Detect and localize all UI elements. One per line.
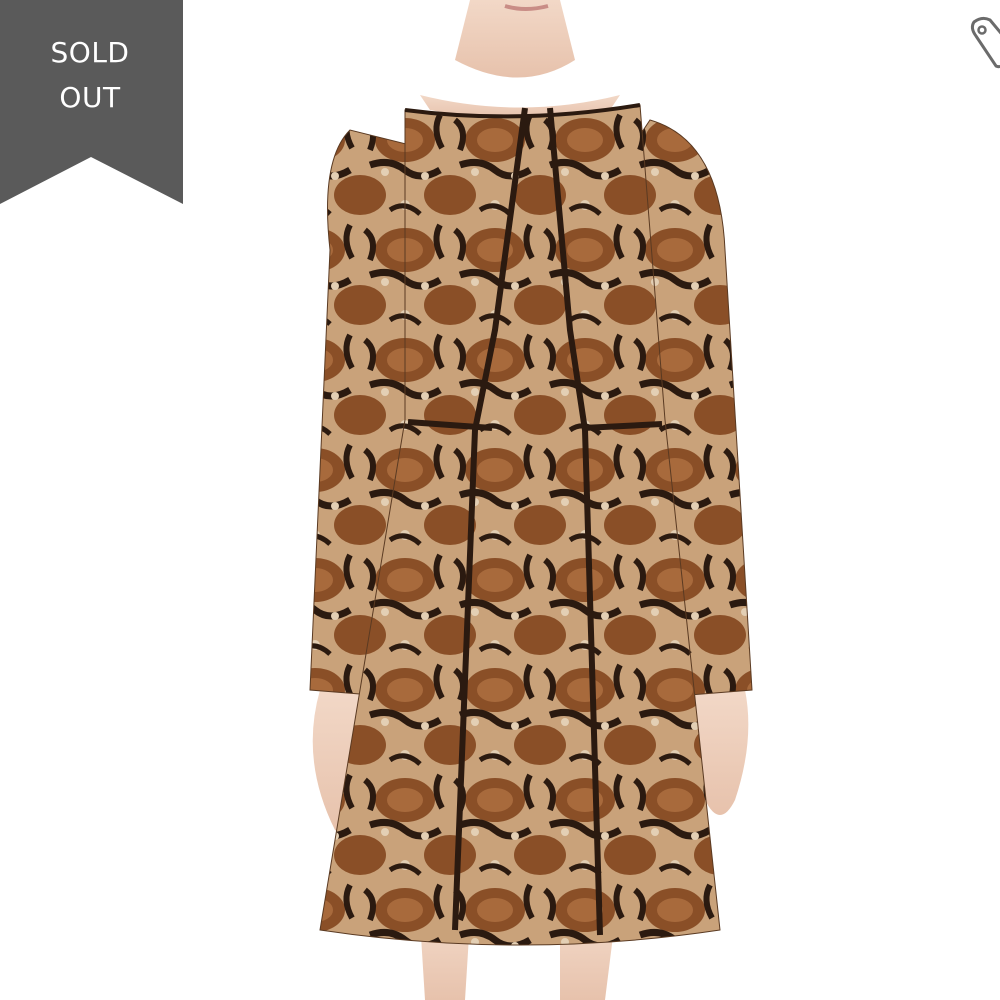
tag-icon bbox=[970, 16, 1000, 69]
sold-out-line-1: SOLD bbox=[50, 36, 130, 69]
wishlist-button[interactable] bbox=[962, 14, 1000, 74]
sold-out-label: SOLD OUT bbox=[0, 30, 180, 120]
sold-out-line-2: OUT bbox=[59, 81, 121, 114]
sold-out-badge: SOLD OUT bbox=[0, 0, 183, 204]
